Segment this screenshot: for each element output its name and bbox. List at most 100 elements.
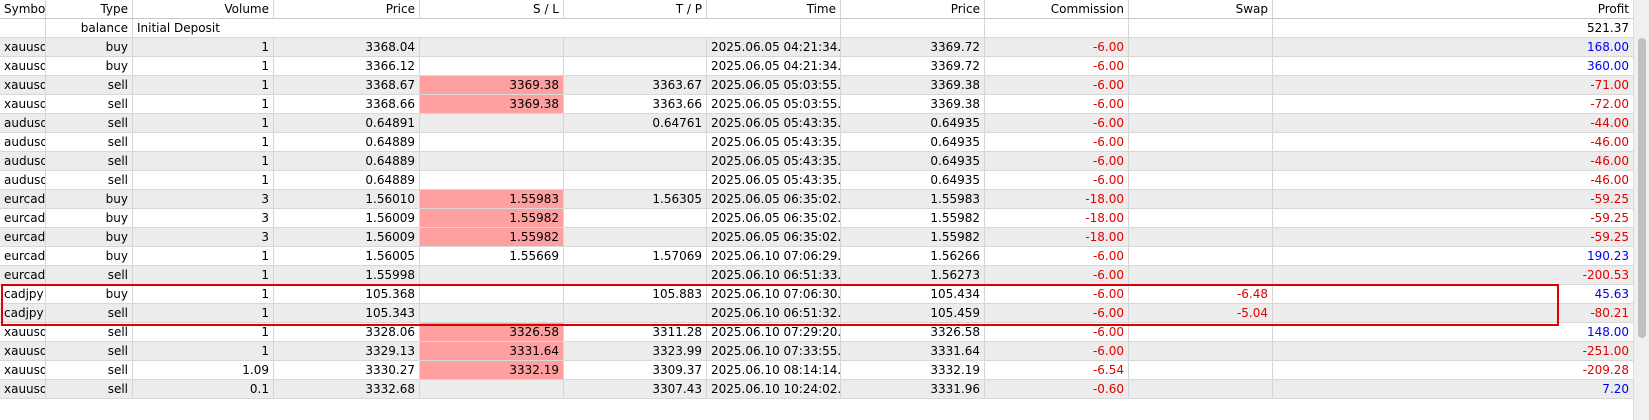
row-close-price: 0.64935 (841, 171, 985, 189)
table-row[interactable]: cadjpy buy 1 105.368 105.883 2025.06.10 07:06… (0, 285, 1633, 304)
header-symbol[interactable]: Symbol (0, 0, 46, 18)
row-stop-loss (420, 133, 564, 151)
row-volume: 1 (133, 304, 274, 322)
row-symbol: cadjpy (0, 304, 46, 322)
row-commission: -6.00 (985, 133, 1129, 151)
row-close-price: 3369.72 (841, 38, 985, 56)
row-profit: -209.28 (1582, 363, 1629, 377)
header-volume[interactable]: Volume (133, 0, 274, 18)
row-profit: -59.25 (1590, 230, 1629, 244)
header-type[interactable]: Type (46, 0, 133, 18)
trade-history-table: Symbol Type Volume Price S / L T / P Tim… (0, 0, 1633, 399)
row-commission: -6.00 (985, 342, 1129, 360)
table-row[interactable]: audusdsell10.64889 2025.06.05 05:43:35.04… (0, 133, 1633, 152)
header-profit[interactable]: Profit (1273, 0, 1633, 18)
row-symbol: eurcad (0, 190, 46, 208)
row-commission: -6.00 (985, 57, 1129, 75)
row-close-price: 0.64935 (841, 133, 985, 151)
row-profit: -80.21 (1590, 306, 1629, 320)
row-stop-loss: 3369.38 (420, 76, 564, 94)
table-row[interactable]: xauusd sell 1.09 3330.27 3332.19 3309.37 2025.… (0, 361, 1633, 380)
row-profit: 168.00 (1587, 40, 1629, 54)
table-row[interactable]: eurcad buy 1 1.56005 1.55669 1.57069 2025.06.1… (0, 247, 1633, 266)
row-time: 2025.06.05 05:43:35.107 (707, 171, 841, 189)
row-stop-loss: 1.55983 (420, 190, 564, 208)
table-row[interactable]: xauusdbuy13366.12 2025.06.05 04:21:34.874… (0, 57, 1633, 76)
row-take-profit: 3311.28 (564, 323, 707, 341)
balance-row[interactable]: balance Initial Deposit 521.37 (0, 19, 1633, 38)
row-swap (1129, 133, 1273, 151)
row-volume: 1 (133, 114, 274, 132)
table-row[interactable]: xauusd sell 0.1 3332.68 3307.43 2025.06.10 10… (0, 380, 1633, 399)
row-close-price: 3332.19 (841, 361, 985, 379)
row-profit: 360.00 (1587, 59, 1629, 73)
row-volume: 3 (133, 209, 274, 227)
table-row[interactable]: eurcad buy 3 1.56009 1.55982 2025.06.05 06:35… (0, 228, 1633, 247)
row-commission: -6.00 (985, 95, 1129, 113)
row-type: buy (46, 285, 133, 303)
table-row[interactable]: audusdsell10.64889 2025.06.05 05:43:35.10… (0, 171, 1633, 190)
header-take-profit[interactable]: T / P (564, 0, 707, 18)
table-row[interactable]: audusdsell10.64889 2025.06.05 05:43:35.07… (0, 152, 1633, 171)
table-row[interactable]: eurcadsell11.55998 2025.06.10 06:51:33.08… (0, 266, 1633, 285)
row-profit: -59.25 (1590, 192, 1629, 206)
header-price[interactable]: Price (274, 0, 420, 18)
row-profit: 190.23 (1587, 249, 1629, 263)
row-close-price: 1.55982 (841, 209, 985, 227)
row-price: 0.64891 (274, 114, 420, 132)
table-row[interactable]: audusd sell 1 0.64891 0.64761 2025.06.05 05:4… (0, 114, 1633, 133)
row-close-price: 3326.58 (841, 323, 985, 341)
row-swap (1129, 152, 1273, 170)
row-swap (1129, 209, 1273, 227)
row-profit: -46.00 (1590, 173, 1629, 187)
header-swap[interactable]: Swap (1129, 0, 1273, 18)
row-symbol: cadjpy (0, 285, 46, 303)
header-time[interactable]: Time (707, 0, 841, 18)
row-close-price: 105.459 (841, 304, 985, 322)
row-volume: 1 (133, 266, 274, 284)
row-symbol: audusd (0, 133, 46, 151)
balance-profit: 521.37 (1587, 21, 1629, 35)
row-profit: -46.00 (1590, 154, 1629, 168)
row-take-profit: 3307.43 (564, 380, 707, 398)
row-commission: -6.00 (985, 304, 1129, 322)
header-close-price[interactable]: Price (841, 0, 985, 18)
row-time: 2025.06.10 06:51:32.311 (707, 304, 841, 322)
header-stop-loss[interactable]: S / L (420, 0, 564, 18)
row-price: 1.55998 (274, 266, 420, 284)
row-close-price: 105.434 (841, 285, 985, 303)
row-take-profit (564, 228, 707, 246)
row-price: 3328.06 (274, 323, 420, 341)
row-volume: 3 (133, 190, 274, 208)
row-price: 3332.68 (274, 380, 420, 398)
row-swap (1129, 228, 1273, 246)
table-row[interactable]: eurcad buy 3 1.56009 1.55982 2025.06.05 06:35… (0, 209, 1633, 228)
row-swap: -5.04 (1129, 304, 1273, 322)
table-row[interactable]: xauusd sell 1 3328.06 3326.58 3311.28 2025.06.… (0, 323, 1633, 342)
header-commission[interactable]: Commission (985, 0, 1129, 18)
row-swap (1129, 361, 1273, 379)
row-take-profit: 1.56305 (564, 190, 707, 208)
vertical-scrollbar[interactable] (1633, 0, 1649, 420)
table-row[interactable]: xauusd sell 1 3368.67 3369.38 3363.67 2025.06.… (0, 76, 1633, 95)
row-stop-loss (420, 152, 564, 170)
row-take-profit: 0.64761 (564, 114, 707, 132)
row-price: 105.368 (274, 285, 420, 303)
row-volume: 1 (133, 323, 274, 341)
row-symbol: eurcad (0, 209, 46, 227)
row-time: 2025.06.05 06:35:02.495 (707, 190, 841, 208)
row-time: 2025.06.10 07:29:20.580 (707, 323, 841, 341)
row-stop-loss (420, 380, 564, 398)
row-swap (1129, 95, 1273, 113)
table-row[interactable]: xauusdbuy13368.04 2025.06.05 04:21:34.873… (0, 38, 1633, 57)
row-take-profit: 3363.66 (564, 95, 707, 113)
table-row[interactable]: xauusd sell 1 3368.66 3369.38 3363.66 2025.06.… (0, 95, 1633, 114)
row-symbol: audusd (0, 171, 46, 189)
row-stop-loss (420, 57, 564, 75)
table-row[interactable]: eurcad buy 3 1.56010 1.55983 1.56305 2025.06.0… (0, 190, 1633, 209)
row-stop-loss (420, 304, 564, 322)
table-row[interactable]: xauusd sell 1 3329.13 3331.64 3323.99 2025.06.… (0, 342, 1633, 361)
scrollbar-thumb[interactable] (1638, 38, 1646, 338)
table-row[interactable]: cadjpysell1105.343 2025.06.10 06:51:32.31… (0, 304, 1633, 323)
row-stop-loss: 3369.38 (420, 95, 564, 113)
